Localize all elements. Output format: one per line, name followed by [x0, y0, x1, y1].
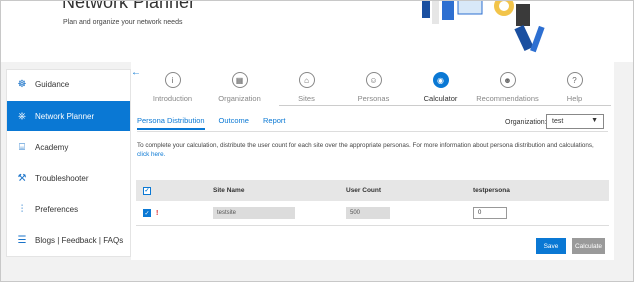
window-frame: [0, 0, 634, 282]
